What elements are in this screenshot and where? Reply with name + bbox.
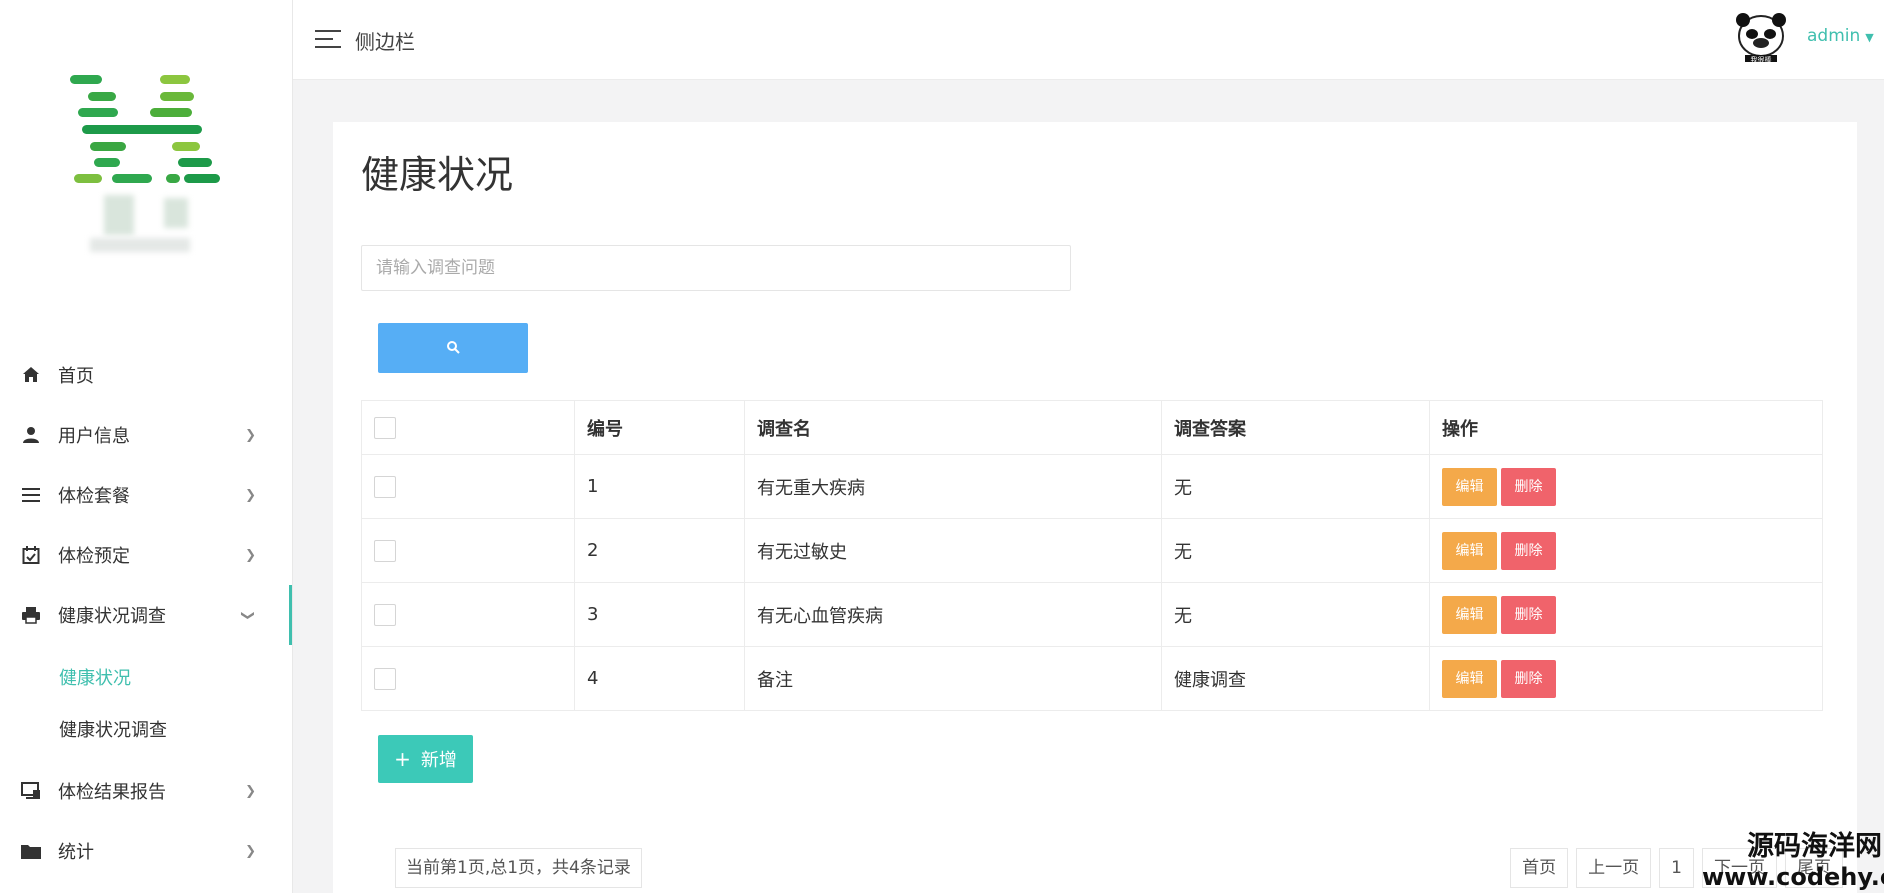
page-first-button[interactable]: 首页 <box>1510 848 1569 888</box>
cell-answer: 无 <box>1161 454 1430 519</box>
sidebar-item-label: 健康状况调查 <box>58 606 166 627</box>
row-checkbox[interactable] <box>374 539 396 562</box>
delete-button[interactable]: 删除 <box>1501 531 1556 570</box>
table-row: 2 有无过敏史 无 编辑 删除 <box>361 518 1823 583</box>
delete-button[interactable]: 删除 <box>1501 659 1556 698</box>
sidebar-item-packages[interactable]: 体检套餐 ❯ <box>0 465 292 525</box>
cell-id: 1 <box>574 454 745 519</box>
plus-icon: + <box>394 747 411 771</box>
pagination-info: 当前第1页,总1页，共4条记录 <box>395 848 642 888</box>
edit-button[interactable]: 编辑 <box>1442 531 1497 570</box>
cell-id: 2 <box>574 518 745 583</box>
table-row: 4 备注 健康调查 编辑 删除 <box>361 646 1823 711</box>
delete-button[interactable]: 删除 <box>1501 595 1556 634</box>
cell-name: 有无重大疾病 <box>744 454 1162 519</box>
search-icon <box>446 340 460 357</box>
menu-toggle-icon[interactable] <box>315 30 341 50</box>
printer-icon <box>20 604 42 626</box>
chevron-right-icon: ❯ <box>245 487 256 503</box>
avatar[interactable]: 我很棒 <box>1733 12 1789 68</box>
edit-button[interactable]: 编辑 <box>1442 595 1497 634</box>
cell-name: 备注 <box>744 646 1162 711</box>
sidebar-subitem-health-status[interactable]: 健康状况 <box>0 651 292 703</box>
sidebar-item-label: 用户信息 <box>58 426 130 447</box>
sidebar-item-label: 体检套餐 <box>58 486 130 507</box>
cell-id: 4 <box>574 646 745 711</box>
sidebar-item-label: 首页 <box>58 366 94 387</box>
edit-button[interactable]: 编辑 <box>1442 467 1497 506</box>
avatar-caption: 我很棒 <box>1750 56 1772 64</box>
row-checkbox[interactable] <box>374 475 396 498</box>
data-table: 编号 调查名 调查答案 操作 1 有无重大疾病 无 编辑 删除 2 有无过敏史 无 <box>361 400 1823 711</box>
logo <box>60 70 230 270</box>
table-header-row: 编号 调查名 调查答案 操作 <box>361 400 1823 455</box>
list-icon <box>20 484 42 506</box>
sidebar-item-label: 体检结果报告 <box>58 782 166 803</box>
sidebar-item-label: 统计 <box>58 842 94 863</box>
column-header: 调查答案 <box>1161 400 1430 455</box>
top-bar: 侧边栏 我很棒 admin ▼ <box>293 0 1884 80</box>
caret-down-icon: ▼ <box>1865 31 1874 44</box>
chevron-right-icon: ❯ <box>245 783 256 799</box>
add-button-label: 新增 <box>420 750 457 771</box>
folder-icon <box>20 840 42 862</box>
cell-id: 3 <box>574 582 745 647</box>
sidebar-item-user-info[interactable]: 用户信息 ❯ <box>0 405 292 465</box>
chevron-down-icon: ❯ <box>240 609 256 621</box>
sidebar-item-label: 体检预定 <box>58 546 130 567</box>
column-header: 操作 <box>1429 400 1823 455</box>
chevron-right-icon: ❯ <box>245 843 256 859</box>
add-button[interactable]: + 新增 <box>378 735 473 783</box>
select-all-checkbox[interactable] <box>374 416 396 439</box>
chevron-right-icon: ❯ <box>245 547 256 563</box>
page-number-button[interactable]: 1 <box>1659 848 1694 888</box>
table-row: 1 有无重大疾病 无 编辑 删除 <box>361 454 1823 519</box>
sidebar-item-health-survey[interactable]: 健康状况调查 ❯ <box>0 585 292 645</box>
watermark-line1: 源码海洋网 <box>1747 831 1882 862</box>
sidebar-nav: 首页 用户信息 ❯ 体检套餐 ❯ 体检预定 ❯ 健康状况调查 ❯ 健康状况 健康… <box>0 345 292 881</box>
watermark: 源码海洋网 www.codehy.com <box>1702 831 1884 892</box>
edit-button[interactable]: 编辑 <box>1442 659 1497 698</box>
sidebar-toggle-label[interactable]: 侧边栏 <box>355 26 415 55</box>
search-button[interactable] <box>378 323 528 373</box>
search-input[interactable] <box>361 245 1071 291</box>
monitor-icon <box>20 780 42 802</box>
row-checkbox[interactable] <box>374 603 396 626</box>
sidebar-item-booking[interactable]: 体检预定 ❯ <box>0 525 292 585</box>
watermark-line2: www.codehy.com <box>1702 863 1884 891</box>
sidebar-item-stats[interactable]: 统计 ❯ <box>0 821 292 881</box>
sidebar-subitem-health-survey[interactable]: 健康状况调查 <box>0 703 292 755</box>
sidebar-item-report[interactable]: 体检结果报告 ❯ <box>0 761 292 821</box>
column-header: 编号 <box>574 400 745 455</box>
row-checkbox[interactable] <box>374 667 396 690</box>
page-title: 健康状况 <box>361 153 514 197</box>
cell-name: 有无过敏史 <box>744 518 1162 583</box>
user-menu[interactable]: admin ▼ <box>1807 26 1874 46</box>
user-name: admin <box>1807 26 1861 46</box>
cell-answer: 无 <box>1161 582 1430 647</box>
content-card: 健康状况 编号 调查名 调查答案 操作 1 有无重大疾病 无 编辑删除 <box>333 122 1857 893</box>
cell-answer: 无 <box>1161 518 1430 583</box>
calendar-check-icon <box>20 544 42 566</box>
cell-answer: 健康调查 <box>1161 646 1430 711</box>
sidebar: 首页 用户信息 ❯ 体检套餐 ❯ 体检预定 ❯ 健康状况调查 ❯ 健康状况 健康… <box>0 0 293 893</box>
delete-button[interactable]: 删除 <box>1501 467 1556 506</box>
table-row: 3 有无心血管疾病 无 编辑 删除 <box>361 582 1823 647</box>
home-icon <box>20 364 42 386</box>
cell-name: 有无心血管疾病 <box>744 582 1162 647</box>
column-header: 调查名 <box>744 400 1162 455</box>
sidebar-item-home[interactable]: 首页 <box>0 345 292 405</box>
chevron-right-icon: ❯ <box>245 427 256 443</box>
page-prev-button[interactable]: 上一页 <box>1576 848 1652 888</box>
user-icon <box>20 424 42 446</box>
